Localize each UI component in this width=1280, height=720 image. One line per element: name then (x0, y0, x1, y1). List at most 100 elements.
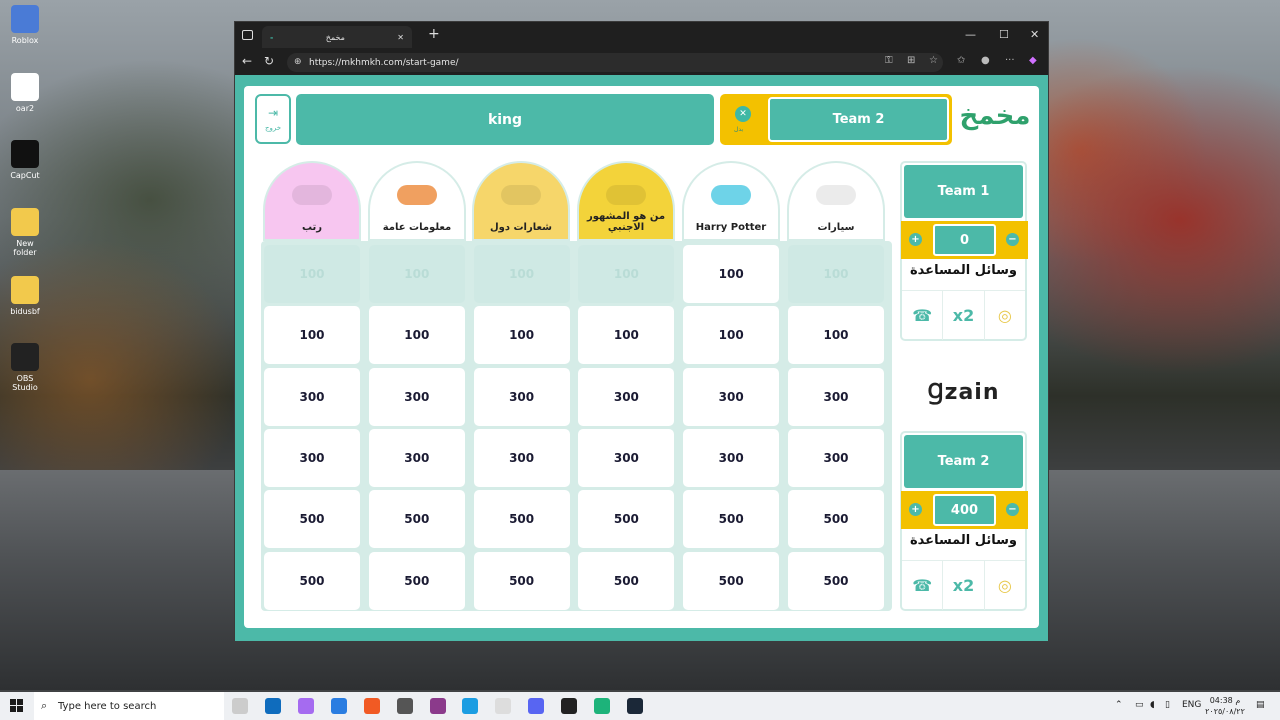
new-tab-button[interactable]: + (428, 26, 440, 42)
question-cell[interactable]: 300 (473, 428, 570, 487)
question-cell[interactable]: 500 (578, 551, 675, 610)
obs-taskbar-icon[interactable] (561, 698, 577, 714)
call-friend-icon[interactable]: ☎ (902, 561, 944, 610)
store-icon[interactable] (331, 698, 347, 714)
refresh-icon[interactable]: ↻ (264, 54, 274, 68)
question-cell[interactable]: 300 (473, 367, 570, 426)
desktop-icon[interactable]: bidusbf (4, 276, 46, 316)
increase-score-button[interactable]: + (909, 233, 922, 246)
language-indicator[interactable]: ENG (1182, 700, 1201, 710)
favorites-icon[interactable]: ✩ (957, 55, 965, 66)
decrease-score-button[interactable]: − (1006, 233, 1019, 246)
question-cell[interactable]: 100 (683, 306, 780, 365)
helpers-title: وسائل المساعدة (910, 533, 1017, 548)
network-icon[interactable]: ▭ (1135, 700, 1144, 710)
desktop-icon[interactable]: CapCut (4, 140, 46, 180)
hole-icon[interactable]: ◎ (985, 561, 1025, 610)
question-cell[interactable]: 100 (264, 306, 360, 365)
winrar-icon[interactable] (430, 698, 446, 714)
apps-icon[interactable]: ⊞ (907, 55, 915, 66)
question-cell[interactable]: 100 (473, 306, 570, 365)
increase-score-button[interactable]: + (909, 503, 922, 516)
notifications-icon[interactable]: ▤ (1256, 700, 1265, 710)
question-cell[interactable]: 300 (683, 367, 780, 426)
exit-button[interactable]: ⇥ خروج (255, 94, 291, 144)
category-tile: شعارات دول (472, 161, 570, 241)
question-cell[interactable]: 500 (368, 551, 465, 610)
exit-icon: ⇥ (267, 106, 279, 120)
site-logo[interactable]: مخمخ (960, 96, 1031, 136)
more-icon[interactable]: ··· (1005, 55, 1015, 66)
question-cell[interactable]: 300 (368, 428, 465, 487)
desktop-icon[interactable]: New folder (4, 208, 46, 257)
question-cell[interactable]: 300 (683, 428, 780, 487)
desktop-icon[interactable]: OBS Studio (4, 343, 46, 392)
hole-icon[interactable]: ◎ (985, 291, 1025, 340)
brave-icon[interactable] (364, 698, 380, 714)
question-cell[interactable]: 500 (264, 551, 360, 610)
turn-team-name: Team 2 (768, 97, 949, 142)
taskbar-search[interactable]: ⌕ Type here to search (34, 692, 224, 720)
site-info-icon[interactable]: ⊕ (294, 57, 302, 67)
exit-label: خروج (264, 124, 282, 132)
tab-close-icon[interactable]: ✕ (397, 33, 404, 42)
outlook-icon[interactable] (265, 698, 281, 714)
favorite-star-icon[interactable]: ☆ (929, 55, 938, 66)
tab-actions-icon[interactable] (242, 30, 253, 40)
question-cell[interactable]: 300 (788, 428, 884, 487)
maximize-icon[interactable]: ☐ (999, 28, 1009, 41)
key-icon[interactable]: ⚿ (885, 55, 893, 66)
question-cell[interactable]: 300 (788, 367, 884, 426)
question-cell[interactable]: 500 (683, 551, 780, 610)
question-cell[interactable]: 500 (264, 490, 360, 549)
question-cell[interactable]: 300 (264, 367, 360, 426)
volume-icon[interactable]: ◖ (1150, 700, 1155, 710)
question-cell[interactable]: 300 (368, 367, 465, 426)
tray-chevron-icon[interactable]: ⌃ (1115, 700, 1123, 710)
swap-turn-icon[interactable]: ✕ (735, 106, 751, 122)
question-cell[interactable]: 500 (683, 490, 780, 549)
copilot-icon[interactable]: ◆ (1029, 55, 1037, 66)
profile-icon[interactable]: ● (981, 55, 990, 66)
decrease-score-button[interactable]: − (1006, 503, 1019, 516)
question-cell[interactable]: 100 (683, 245, 780, 303)
question-cell[interactable]: 100 (788, 306, 884, 365)
steam-icon[interactable] (627, 698, 643, 714)
address-bar[interactable]: ⊕ https://mkhmkh.com/start-game/ (287, 53, 943, 72)
question-cell[interactable]: 500 (473, 551, 570, 610)
question-cell[interactable]: 100 (368, 306, 465, 365)
minimize-icon[interactable]: — (965, 28, 976, 41)
question-cell[interactable]: 300 (578, 428, 675, 487)
app-icon[interactable] (397, 698, 413, 714)
game-page: ⇥ خروج king ✕ بدل Team 2 مخمخ رتب معلومات… (235, 75, 1048, 641)
discord-icon[interactable] (528, 698, 544, 714)
double-points-icon[interactable]: x2 (943, 561, 985, 610)
question-cell[interactable]: 300 (264, 428, 360, 487)
question-cell: 100 (473, 245, 570, 303)
desktop-icon[interactable]: Roblox (4, 5, 46, 45)
battery-icon[interactable]: ▯ (1165, 700, 1170, 710)
question-cell[interactable]: 500 (368, 490, 465, 549)
call-friend-icon[interactable]: ☎ (902, 291, 944, 340)
back-icon[interactable]: ← (242, 54, 252, 68)
clock[interactable]: 04:38 م ٢٠٢٥/٠٨/٢٢ (1200, 695, 1250, 717)
double-points-icon[interactable]: x2 (943, 291, 985, 340)
question-cell[interactable]: 300 (578, 367, 675, 426)
edge-icon[interactable] (462, 698, 478, 714)
question-cell[interactable]: 500 (788, 490, 884, 549)
browser-tab[interactable]: - مخمخ ✕ (262, 26, 412, 48)
desktop-icon[interactable]: oar2 (4, 73, 46, 113)
folder-icon (11, 276, 39, 304)
question-cell[interactable]: 500 (788, 551, 884, 610)
copilot-app-icon[interactable] (298, 698, 314, 714)
close-window-icon[interactable]: ✕ (1030, 28, 1039, 41)
capcut-taskbar-icon[interactable] (594, 698, 610, 714)
question-cell[interactable]: 500 (473, 490, 570, 549)
app-icon[interactable] (495, 698, 511, 714)
question-cell[interactable]: 500 (578, 490, 675, 549)
question-cell[interactable]: 100 (578, 306, 675, 365)
desktop-icon-label: Roblox (11, 36, 39, 45)
question-cell: 100 (368, 245, 465, 303)
task-view-icon[interactable] (232, 698, 248, 714)
start-button[interactable] (10, 699, 24, 713)
